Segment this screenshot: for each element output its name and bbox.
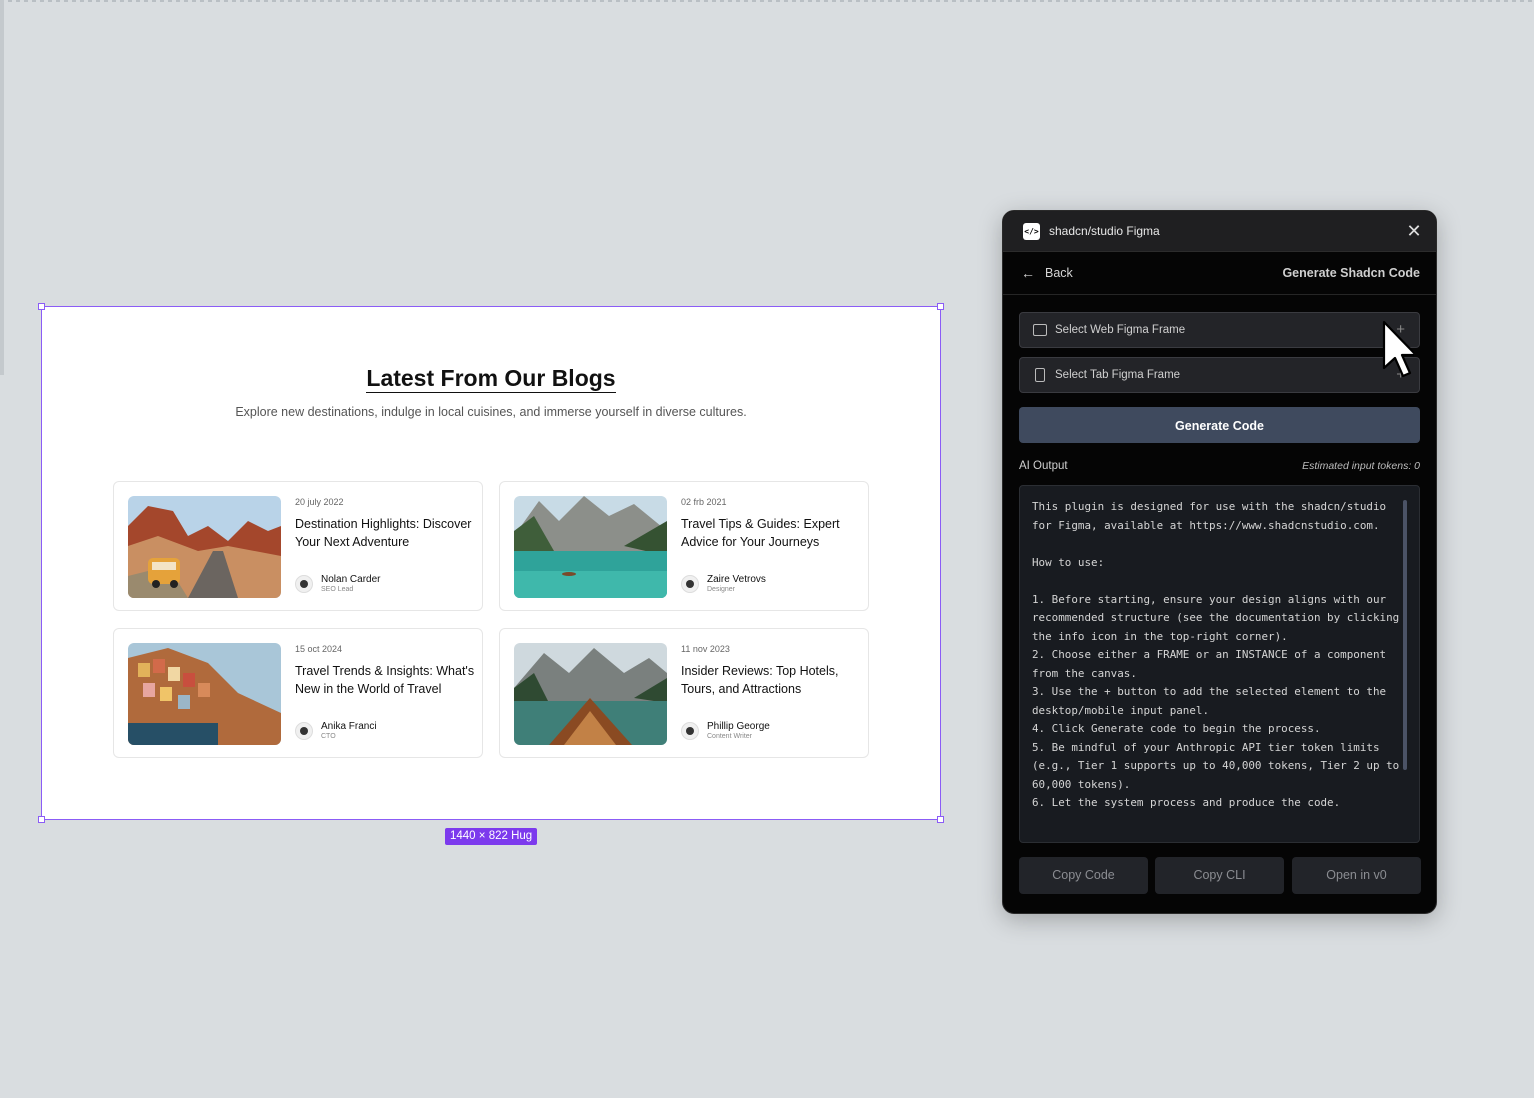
author-name: Zaire Vetrovs bbox=[707, 574, 766, 585]
tablet-icon bbox=[1035, 368, 1045, 382]
plugin-nav: ← Back Generate Shadcn Code bbox=[1003, 252, 1436, 295]
card-title[interactable]: Travel Trends & Insights: What's New in … bbox=[295, 663, 475, 698]
monitor-icon bbox=[1033, 324, 1047, 336]
blog-frame[interactable]: Latest From Our Blogs Explore new destin… bbox=[38, 303, 944, 823]
card-author: Nolan Carder SEO Lead bbox=[295, 574, 380, 594]
resize-handle-br[interactable] bbox=[937, 816, 944, 823]
author-role: Content Writer bbox=[707, 733, 752, 740]
card-image-canyon-road bbox=[128, 496, 281, 598]
author-role: CTO bbox=[321, 733, 336, 740]
output-scrollbar[interactable] bbox=[1403, 500, 1407, 770]
blog-card[interactable]: 20 july 2022 Destination Highlights: Dis… bbox=[113, 481, 483, 611]
card-author: Phillip George Content Writer bbox=[681, 721, 770, 741]
card-date: 11 nov 2023 bbox=[681, 644, 730, 654]
open-in-v0-button[interactable]: Open in v0 bbox=[1292, 857, 1421, 894]
select-tab-frame[interactable]: Select Tab Figma Frame + bbox=[1019, 357, 1420, 393]
select-tab-label: Select Tab Figma Frame bbox=[1055, 369, 1181, 381]
plugin-titlebar[interactable]: </> shadcn/studio Figma ✕ bbox=[1003, 211, 1436, 252]
frame-size-badge: 1440 × 822 Hug bbox=[445, 828, 538, 845]
page-title: Generate Shadcn Code bbox=[1282, 266, 1420, 280]
card-date: 02 frb 2021 bbox=[681, 497, 727, 507]
author-role: SEO Lead bbox=[321, 586, 354, 593]
card-title[interactable]: Travel Tips & Guides: Expert Advice for … bbox=[681, 516, 861, 551]
code-logo-icon: </> bbox=[1023, 223, 1040, 240]
card-image-cliff-village bbox=[128, 643, 281, 745]
plugin-title: shadcn/studio Figma bbox=[1049, 224, 1160, 238]
select-web-frame[interactable]: Select Web Figma Frame + bbox=[1019, 312, 1420, 348]
resize-handle-bl[interactable] bbox=[38, 816, 45, 823]
ai-output-text: This plugin is designed for use with the… bbox=[1032, 500, 1400, 809]
canvas-left-edge bbox=[0, 0, 4, 375]
avatar bbox=[295, 722, 313, 740]
resize-handle-tr[interactable] bbox=[937, 303, 944, 310]
author-role: Designer bbox=[707, 586, 736, 593]
card-author: Zaire Vetrovs Designer bbox=[681, 574, 766, 594]
card-date: 20 july 2022 bbox=[295, 497, 344, 507]
author-name: Nolan Carder bbox=[321, 574, 381, 585]
blog-card[interactable]: 15 oct 2024 Travel Trends & Insights: Wh… bbox=[113, 628, 483, 758]
back-label: Back bbox=[1045, 266, 1073, 280]
generate-code-button[interactable]: Generate Code bbox=[1019, 407, 1420, 443]
blog-card[interactable]: 02 frb 2021 Travel Tips & Guides: Expert… bbox=[499, 481, 869, 611]
ai-output-label: AI Output bbox=[1019, 460, 1068, 472]
avatar bbox=[295, 575, 313, 593]
avatar bbox=[681, 722, 699, 740]
blog-card[interactable]: 11 nov 2023 Insider Reviews: Top Hotels,… bbox=[499, 628, 869, 758]
card-title[interactable]: Insider Reviews: Top Hotels, Tours, and … bbox=[681, 663, 861, 698]
back-button[interactable]: ← Back bbox=[1021, 265, 1073, 281]
card-date: 15 oct 2024 bbox=[295, 644, 343, 654]
author-name: Phillip George bbox=[707, 721, 770, 732]
avatar bbox=[681, 575, 699, 593]
copy-cli-button[interactable]: Copy CLI bbox=[1155, 857, 1284, 894]
token-estimate: Estimated input tokens: 0 bbox=[1302, 460, 1420, 472]
select-web-label: Select Web Figma Frame bbox=[1055, 324, 1186, 336]
card-title[interactable]: Destination Highlights: Discover Your Ne… bbox=[295, 516, 475, 551]
copy-code-button[interactable]: Copy Code bbox=[1019, 857, 1148, 894]
resize-handle-tl[interactable] bbox=[38, 303, 45, 310]
close-icon[interactable]: ✕ bbox=[1404, 221, 1424, 241]
blog-section-subtitle: Explore new destinations, indulge in loc… bbox=[235, 405, 747, 419]
card-image-boat-lake bbox=[514, 643, 667, 745]
arrow-left-icon: ← bbox=[1021, 265, 1035, 281]
canvas-top-ruler bbox=[0, 0, 1534, 2]
card-author: Anika Franci CTO bbox=[295, 721, 377, 741]
author-name: Anika Franci bbox=[321, 721, 377, 732]
ai-output-box[interactable]: This plugin is designed for use with the… bbox=[1019, 485, 1420, 843]
blog-section-title: Latest From Our Blogs bbox=[366, 365, 616, 393]
plugin-window: </> shadcn/studio Figma ✕ ← Back Generat… bbox=[1002, 210, 1437, 914]
card-image-mountain-lake bbox=[514, 496, 667, 598]
mouse-cursor-icon bbox=[1382, 320, 1414, 378]
